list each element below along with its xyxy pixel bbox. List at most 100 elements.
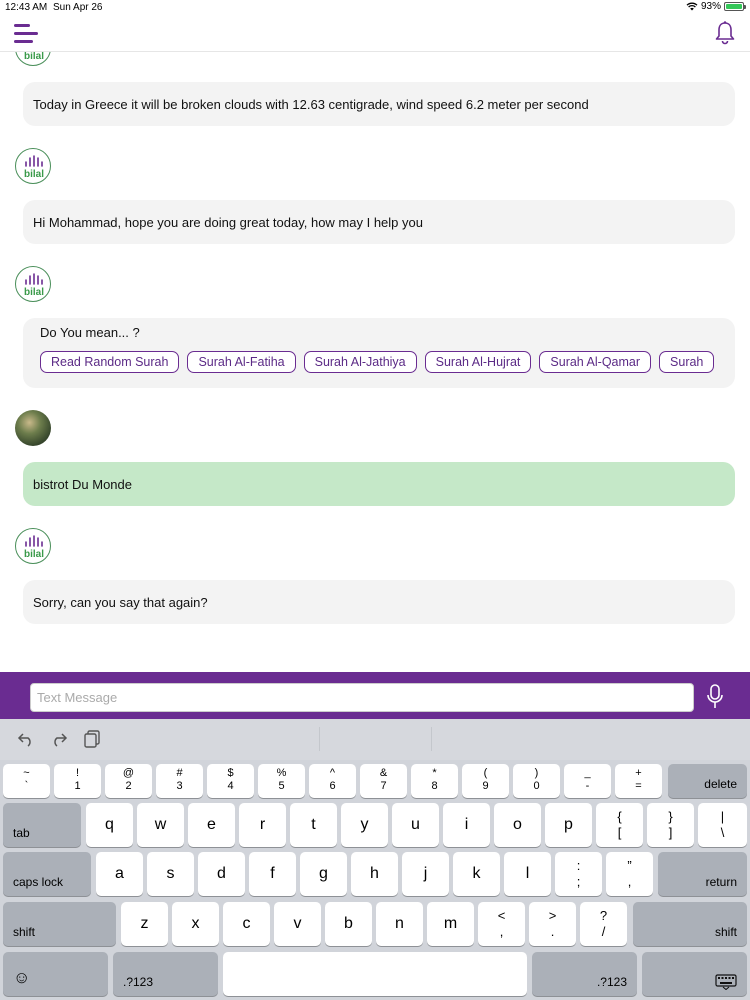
emoji-key[interactable]: ☺ bbox=[3, 952, 108, 996]
key-2[interactable]: @2 bbox=[105, 764, 152, 798]
key-f[interactable]: f bbox=[249, 852, 296, 896]
menu-icon[interactable] bbox=[14, 23, 38, 43]
key-bracket-left[interactable]: {[ bbox=[596, 803, 643, 847]
key-quote[interactable]: ”, bbox=[606, 852, 653, 896]
key-backslash[interactable]: | \ bbox=[698, 803, 747, 847]
keyboard-toolbar bbox=[0, 719, 750, 760]
key-1[interactable]: ! 1 bbox=[54, 764, 101, 798]
delete-key[interactable]: delete bbox=[668, 764, 747, 798]
space-key[interactable] bbox=[223, 952, 527, 996]
key-top: : bbox=[576, 858, 581, 873]
key-slash[interactable]: ? / bbox=[580, 902, 627, 946]
key-j[interactable]: j bbox=[402, 852, 449, 896]
paste-icon[interactable] bbox=[83, 730, 101, 748]
key-6[interactable]: ^ 6 bbox=[309, 764, 356, 798]
chip-surah-al-hujrat[interactable]: Surah Al-Hujrat bbox=[424, 351, 532, 373]
key-i[interactable]: i bbox=[443, 803, 490, 847]
key-minus[interactable]: _ - bbox=[564, 764, 611, 798]
key-label: caps lock bbox=[13, 875, 64, 889]
key-7[interactable]: & 7 bbox=[360, 764, 407, 798]
key-bot: 5 bbox=[278, 780, 285, 792]
key-bot: = bbox=[635, 780, 642, 792]
chip-surah-al-qamar[interactable]: Surah Al-Qamar bbox=[539, 351, 652, 373]
key-h[interactable]: h bbox=[351, 852, 398, 896]
logo-text: bilal bbox=[24, 549, 44, 560]
key-tilde[interactable]: ~ ` bbox=[3, 764, 50, 798]
key-c[interactable]: c bbox=[223, 902, 270, 946]
key-e[interactable]: e bbox=[188, 803, 235, 847]
key-w[interactable]: w bbox=[137, 803, 184, 847]
chip-surah-partial[interactable]: Surah bbox=[659, 351, 715, 373]
key-char: k bbox=[472, 865, 481, 882]
user-message: bistrot Du Monde bbox=[23, 462, 735, 506]
key-bot: 3 bbox=[176, 780, 183, 792]
chat-thread[interactable]: bilal Today in Greece it will be broken … bbox=[0, 52, 750, 672]
key-bot: 8 bbox=[431, 780, 438, 792]
key-char: q bbox=[105, 816, 114, 833]
key-n[interactable]: n bbox=[376, 902, 423, 946]
chip-surah-al-jathiya[interactable]: Surah Al-Jathiya bbox=[303, 351, 417, 373]
key-char: j bbox=[423, 865, 428, 882]
key-9[interactable]: (9 bbox=[462, 764, 509, 798]
key-top: * bbox=[432, 767, 437, 779]
key-0[interactable]: ) 0 bbox=[513, 764, 560, 798]
key-u[interactable]: u bbox=[392, 803, 439, 847]
key-p[interactable]: p bbox=[545, 803, 592, 847]
return-key[interactable]: return bbox=[658, 852, 747, 896]
key-3[interactable]: #3 bbox=[156, 764, 203, 798]
key-z[interactable]: z bbox=[121, 902, 168, 946]
key-g[interactable]: g bbox=[300, 852, 347, 896]
undo-icon[interactable] bbox=[17, 730, 35, 748]
key-v[interactable]: v bbox=[274, 902, 321, 946]
key-char: c bbox=[242, 915, 251, 932]
key-semicolon[interactable]: :; bbox=[555, 852, 602, 896]
key-o[interactable]: o bbox=[494, 803, 541, 847]
key-m[interactable]: m bbox=[427, 902, 474, 946]
key-bot: 0 bbox=[533, 780, 540, 792]
logo-text: bilal bbox=[24, 169, 44, 180]
key-r[interactable]: r bbox=[239, 803, 286, 847]
shift-left-key[interactable]: shift bbox=[3, 902, 116, 946]
key-comma[interactable]: <, bbox=[478, 902, 525, 946]
key-top: ~ bbox=[23, 767, 30, 779]
bilal-logo-icon: bilal bbox=[24, 52, 44, 62]
keyboard-dismiss-key[interactable] bbox=[642, 952, 747, 996]
key-bracket-right[interactable]: }] bbox=[647, 803, 694, 847]
chip-surah-al-fatiha[interactable]: Surah Al-Fatiha bbox=[187, 351, 296, 373]
caps-lock-key[interactable]: caps lock bbox=[3, 852, 91, 896]
key-4[interactable]: $4 bbox=[207, 764, 254, 798]
suggestion-title: Do You mean... ? bbox=[40, 325, 140, 340]
key-q[interactable]: q bbox=[86, 803, 133, 847]
bell-icon[interactable] bbox=[714, 21, 736, 45]
key-d[interactable]: d bbox=[198, 852, 245, 896]
key-period[interactable]: >. bbox=[529, 902, 576, 946]
key-s[interactable]: s bbox=[147, 852, 194, 896]
shift-right-key[interactable]: shift bbox=[633, 902, 747, 946]
mic-icon[interactable] bbox=[705, 684, 725, 710]
key-x[interactable]: x bbox=[172, 902, 219, 946]
key-k[interactable]: k bbox=[453, 852, 500, 896]
key-top: + bbox=[635, 767, 642, 779]
tab-key[interactable]: tab bbox=[3, 803, 81, 847]
key-y[interactable]: y bbox=[341, 803, 388, 847]
key-bot: ; bbox=[576, 874, 581, 889]
suggestion-chips[interactable]: Read Random Surah Surah Al-Fatiha Surah … bbox=[40, 351, 727, 375]
status-right: 93% bbox=[686, 1, 746, 12]
key-l[interactable]: l bbox=[504, 852, 551, 896]
key-bot: - bbox=[585, 780, 590, 792]
bot-avatar: bilal bbox=[15, 52, 51, 66]
chip-read-random-surah[interactable]: Read Random Surah bbox=[40, 351, 180, 373]
message-input[interactable] bbox=[30, 683, 694, 712]
status-time: 12:43 AM bbox=[5, 2, 48, 13]
key-5[interactable]: % 5 bbox=[258, 764, 305, 798]
status-date: Sun Apr 26 bbox=[53, 2, 103, 13]
numbers-key-right[interactable]: .?123 bbox=[532, 952, 637, 996]
key-equals[interactable]: + = bbox=[615, 764, 662, 798]
key-char: s bbox=[166, 865, 175, 882]
key-a[interactable]: a bbox=[96, 852, 143, 896]
redo-icon[interactable] bbox=[50, 730, 68, 748]
key-8[interactable]: * 8 bbox=[411, 764, 458, 798]
key-b[interactable]: b bbox=[325, 902, 372, 946]
key-t[interactable]: t bbox=[290, 803, 337, 847]
numbers-key-left[interactable]: .?123 bbox=[113, 952, 218, 996]
